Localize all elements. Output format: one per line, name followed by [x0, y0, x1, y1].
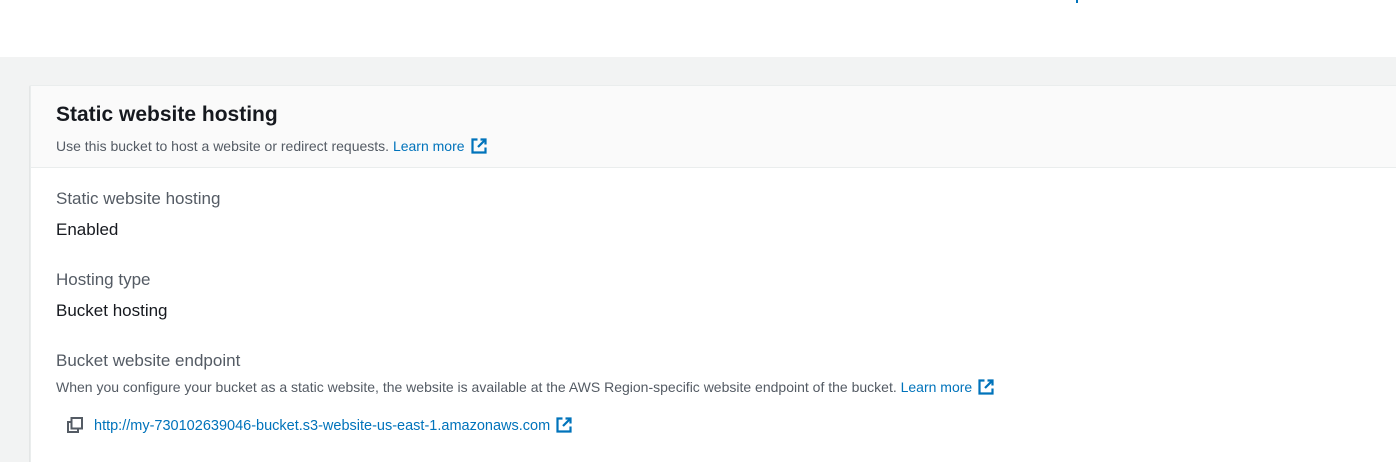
learn-more-label: Learn more: [392, 138, 465, 154]
static-website-hosting-panel: Static website hosting Use this bucket t…: [30, 85, 1396, 462]
endpoint-row: http://my-730102639046-bucket.s3-website…: [65, 413, 573, 437]
external-link-icon: [978, 379, 994, 395]
external-link-icon: [470, 138, 487, 154]
panel-description: Use this bucket to host a website or red…: [56, 137, 488, 155]
endpoint-learn-more-link[interactable]: Learn more: [901, 379, 996, 395]
panel-title: Static website hosting: [56, 103, 278, 126]
external-link-icon: [556, 417, 572, 433]
hosting-type-value: Bucket hosting: [56, 301, 168, 320]
endpoint-learn-more-label: Learn more: [900, 379, 973, 395]
endpoint-url: http://my-730102639046-bucket.s3-website…: [94, 418, 551, 434]
endpoint-url-link[interactable]: http://my-730102639046-bucket.s3-website…: [94, 416, 573, 434]
top-bar-fragment: [1076, 0, 1078, 3]
learn-more-link[interactable]: Learn more: [393, 138, 488, 154]
panel-header: Static website hosting Use this bucket t…: [31, 86, 1396, 168]
endpoint-label: Bucket website endpoint: [56, 351, 241, 370]
hosting-type-label: Hosting type: [56, 270, 151, 289]
endpoint-description-text: When you configure your bucket as a stat…: [56, 379, 897, 395]
copy-icon[interactable]: [65, 415, 85, 435]
hosting-status-label: Static website hosting: [56, 189, 221, 208]
panel-description-text: Use this bucket to host a website or red…: [56, 138, 390, 154]
hosting-status-value: Enabled: [56, 220, 119, 239]
top-bar: [0, 0, 1396, 57]
endpoint-description: When you configure your bucket as a stat…: [56, 378, 995, 396]
